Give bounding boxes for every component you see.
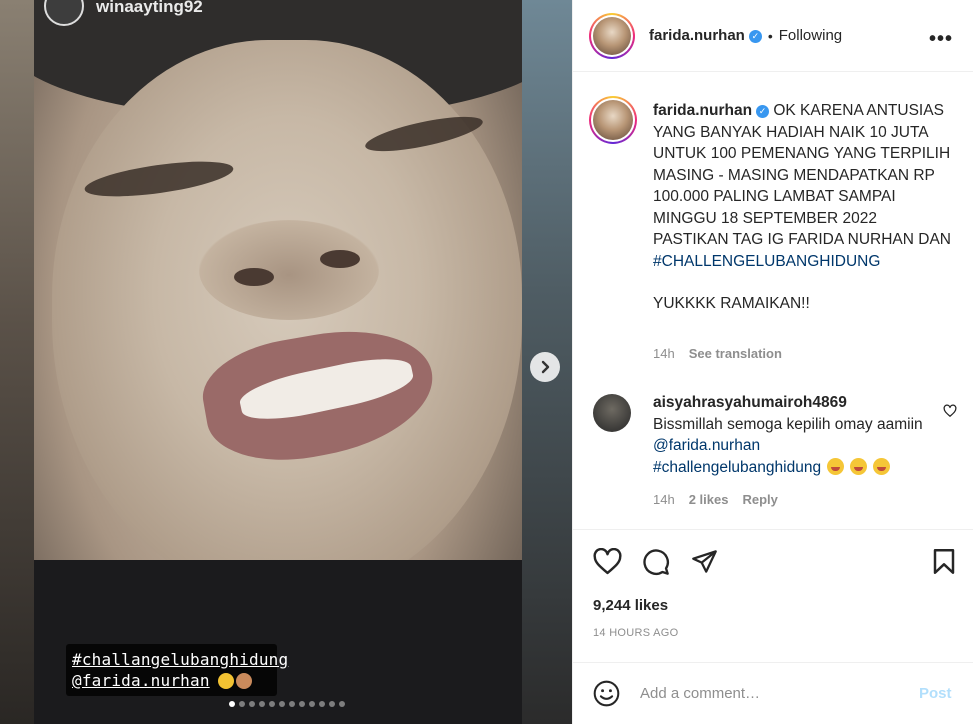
comment-time[interactable]: 14h [653, 492, 675, 507]
laughing-emoji-icon [873, 457, 891, 475]
comment-input[interactable] [640, 685, 905, 702]
carousel-dot [249, 701, 255, 707]
like-heart-icon[interactable] [593, 548, 622, 575]
save-bookmark-icon[interactable] [932, 548, 956, 575]
see-translation-button[interactable]: See translation [689, 346, 782, 361]
laughing-emoji-icon [827, 457, 845, 475]
following-button[interactable]: Following [779, 27, 842, 44]
caption-time[interactable]: 14h [653, 346, 675, 361]
emoji-button[interactable] [593, 680, 620, 707]
share-paper-plane-icon[interactable] [691, 548, 718, 575]
poster-avatar [44, 0, 84, 26]
sticker-emojis [217, 670, 252, 691]
more-options-icon[interactable]: ••• [929, 28, 953, 51]
comment-hashtag[interactable]: #challengelubanghidung [653, 459, 821, 476]
caption-meta: 14h See translation [653, 346, 782, 361]
post-actions [573, 529, 973, 589]
sticker-mention: @farida.nurhan [72, 671, 210, 690]
comment-mention[interactable]: @farida.nurhan [653, 437, 760, 454]
reply-button[interactable]: Reply [742, 492, 777, 507]
caption-username[interactable]: farida.nurhan [653, 102, 752, 119]
post-media[interactable]: winaayting92 #challangelubanghidung @far… [0, 0, 572, 724]
grin-emoji-icon [217, 673, 234, 689]
carousel-dot [239, 701, 245, 707]
post-timestamp[interactable]: 14 HOURS AGO [593, 627, 679, 639]
carousel-dot [259, 701, 265, 707]
caption-closing: YUKKKK RAMAIKAN!! [653, 295, 810, 312]
author-avatar[interactable] [589, 12, 635, 59]
hashtag-sticker: #challangelubanghidung @farida.nurhan [66, 644, 289, 696]
author-username[interactable]: farida.nurhan ✓ [649, 27, 762, 44]
carousel-dot [229, 701, 235, 707]
carousel-indicator [229, 701, 345, 707]
poster-username: winaayting92 [96, 0, 203, 16]
add-comment-bar: Post [573, 662, 973, 724]
story-poster: winaayting92 [44, 0, 203, 28]
comment-likes-count[interactable]: 2 likes [689, 492, 729, 507]
laughing-emoji-icon [850, 457, 868, 475]
carousel-dot [299, 701, 305, 707]
post-header: farida.nurhan ✓ • Following ••• [573, 10, 973, 72]
facepalm-emoji-icon [235, 673, 252, 689]
caption-text: farida.nurhan ✓ OK KARENA ANTUSIAS YANG B… [653, 100, 953, 315]
caption-avatar[interactable] [589, 96, 637, 144]
media-background-left [0, 0, 34, 724]
verified-badge-icon: ✓ [756, 105, 770, 118]
sticker-hashtag: #challangelubanghidung [72, 650, 289, 669]
commenter-avatar[interactable] [593, 394, 631, 432]
comment-heart-icon[interactable] [943, 404, 957, 418]
comment-content: Bissmillah semoga kepilih omay aamiin [653, 415, 923, 433]
likes-count[interactable]: 9,244 likes [593, 597, 668, 614]
carousel-dot [269, 701, 275, 707]
verified-badge-icon: ✓ [748, 30, 762, 43]
carousel-dot [279, 701, 285, 707]
post-photo [34, 0, 522, 724]
carousel-dot [329, 701, 335, 707]
carousel-next-button[interactable] [530, 352, 560, 382]
comment-text: aisyahrasyahumairoh4869 Bissmillah semog… [653, 392, 928, 478]
header-separator: • [767, 27, 773, 44]
comment-bubble-icon[interactable] [642, 548, 670, 576]
carousel-dot [319, 701, 325, 707]
emoji-smiley-icon [593, 680, 620, 707]
commenter-username[interactable]: aisyahrasyahumairoh4869 [653, 394, 847, 411]
post-comment-button[interactable]: Post [919, 685, 952, 702]
chevron-right-icon [541, 360, 550, 374]
carousel-dot [309, 701, 315, 707]
carousel-dot [339, 701, 345, 707]
comment-meta: 14h 2 likes Reply [653, 492, 778, 507]
caption-hashtag[interactable]: #CHALLENGELUBANGHIDUNG [653, 253, 880, 270]
carousel-dot [289, 701, 295, 707]
caption-content: OK KARENA ANTUSIAS YANG BANYAK HADIAH NA… [653, 102, 951, 248]
post-panel: farida.nurhan ✓ • Following ••• farida.nu… [572, 0, 973, 724]
